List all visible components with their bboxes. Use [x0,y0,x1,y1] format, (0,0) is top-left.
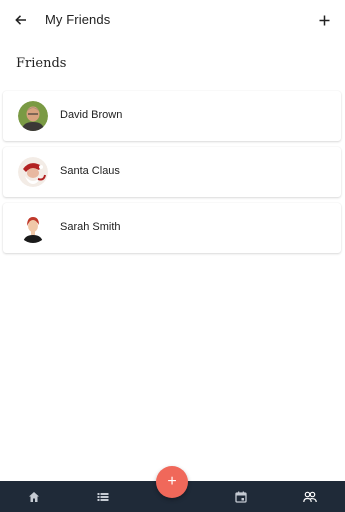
section-title: Friends [16,56,67,71]
fab-plus-icon: + [167,473,177,490]
page-title: My Friends [45,12,111,27]
friend-card[interactable]: Sarah Smith [3,203,341,253]
plus-icon [319,15,329,25]
nav-friends[interactable] [302,489,318,505]
back-button[interactable] [12,11,30,29]
list-icon [97,493,109,501]
avatar [18,157,48,187]
avatar [18,101,48,131]
calendar-icon [235,491,247,503]
friend-card[interactable]: David Brown [3,91,341,141]
friend-name: David Brown [60,109,123,121]
avatar [18,213,48,243]
people-icon [303,491,317,503]
fab-add-button[interactable]: + [156,466,188,498]
nav-calendar[interactable] [233,489,249,505]
add-friend-button[interactable] [315,11,333,29]
nav-home[interactable] [26,489,42,505]
friend-name: Santa Claus [60,165,120,177]
arrow-left-icon [15,15,26,25]
nav-list[interactable] [95,489,111,505]
friend-card[interactable]: Santa Claus [3,147,341,197]
friend-name: Sarah Smith [60,221,121,233]
home-icon [29,492,39,502]
app-bar: My Friends [0,0,345,40]
